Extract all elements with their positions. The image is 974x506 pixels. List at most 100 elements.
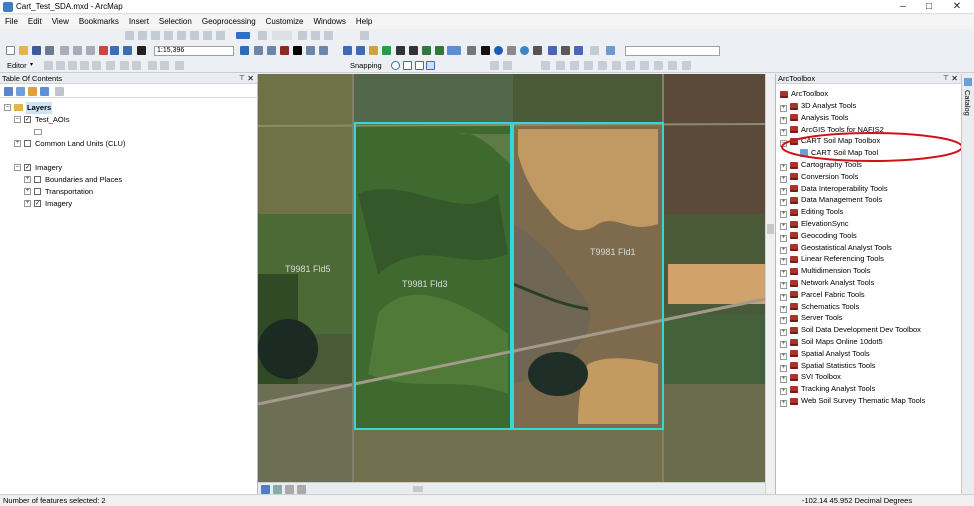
menu-file[interactable]: File [0, 15, 23, 28]
html-popup-icon[interactable] [520, 46, 529, 55]
toolbox-item[interactable]: + Data Management Tools [780, 194, 882, 207]
tool-icon[interactable] [311, 31, 320, 40]
minimize-button[interactable]: – [890, 0, 916, 14]
edit-tool-icon[interactable] [44, 61, 53, 70]
edit-tool-icon[interactable] [120, 61, 129, 70]
menu-windows[interactable]: Windows [308, 15, 350, 28]
edit-tool-icon[interactable] [175, 61, 184, 70]
edit-tool-icon[interactable] [92, 61, 101, 70]
zoom-out-icon[interactable] [356, 46, 365, 55]
tool-icon[interactable] [177, 31, 186, 40]
expand-icon[interactable]: + [14, 140, 21, 147]
toolbox-item[interactable]: + Web Soil Survey Thematic Map Tools [780, 395, 925, 407]
maximize-button[interactable]: □ [916, 0, 942, 14]
tool-icon[interactable] [164, 31, 173, 40]
tool-icon[interactable] [190, 31, 199, 40]
list-by-visibility-icon[interactable] [28, 87, 37, 96]
toolbox-item[interactable]: + Geostatistical Analyst Tools [780, 242, 892, 254]
toolbox-item[interactable]: +3D Analyst Tools [780, 100, 856, 112]
edit-tool-icon[interactable] [148, 61, 157, 70]
scroll-thumb[interactable] [767, 224, 774, 234]
data-view-icon[interactable] [261, 485, 270, 494]
toolbox-item[interactable]: + Multidimension Tools [780, 265, 870, 278]
collapse-icon[interactable]: – [4, 104, 11, 111]
tool-icon[interactable] [570, 61, 579, 70]
editor-toolbar-icon[interactable] [240, 46, 249, 55]
menu-selection[interactable]: Selection [154, 15, 197, 28]
tool-icon[interactable] [668, 61, 677, 70]
tool-icon[interactable] [138, 31, 147, 40]
menu-bookmarks[interactable]: Bookmarks [74, 15, 124, 28]
visibility-checkbox[interactable] [24, 140, 31, 147]
snapping-menu[interactable]: Snapping [350, 61, 382, 70]
toolbox-item[interactable]: + Spatial Analyst Tools [780, 348, 870, 360]
search-combo[interactable] [625, 46, 720, 56]
expand-icon[interactable]: + [24, 176, 31, 183]
select-features-icon[interactable] [447, 46, 461, 55]
tool-icon[interactable] [272, 31, 292, 40]
list-by-selection-icon[interactable] [40, 87, 49, 96]
visibility-checkbox[interactable]: ✓ [34, 200, 41, 207]
redo-icon[interactable] [123, 46, 132, 55]
editor-menu[interactable]: Editor [7, 61, 27, 70]
visibility-checkbox[interactable] [34, 188, 41, 195]
menu-help[interactable]: Help [351, 15, 377, 28]
tool-icon[interactable] [360, 31, 369, 40]
toolbox-item[interactable]: + Linear Referencing Tools [780, 253, 884, 266]
time-slider-icon[interactable] [590, 46, 599, 55]
edge-snapping-icon[interactable] [426, 61, 435, 70]
expand-icon[interactable]: + [24, 200, 31, 207]
toc-close-icon[interactable]: ✕ [247, 74, 254, 84]
point-snapping-icon[interactable] [391, 61, 400, 70]
scroll-thumb[interactable] [413, 486, 423, 492]
toolbox-item[interactable]: + ElevationSync [780, 218, 849, 230]
back-extent-icon[interactable] [422, 46, 431, 55]
toolbox-item[interactable]: + Conversion Tools [780, 171, 858, 183]
toolbox-item[interactable]: + Parcel Fabric Tools [780, 289, 865, 301]
new-document-icon[interactable] [6, 46, 15, 55]
list-by-source-icon[interactable] [16, 87, 25, 96]
collapse-icon[interactable]: – [14, 164, 21, 171]
menu-view[interactable]: View [47, 15, 74, 28]
tool-icon[interactable] [324, 31, 333, 40]
tool-icon[interactable] [151, 31, 160, 40]
edit-tool-icon[interactable] [68, 61, 77, 70]
vertex-snapping-icon[interactable] [415, 61, 424, 70]
pan-icon[interactable] [369, 46, 378, 55]
full-extent-icon[interactable] [382, 46, 391, 55]
toolbox-item[interactable]: + Server Tools [780, 312, 843, 325]
tool-icon[interactable] [258, 31, 267, 40]
toolbox-item[interactable]: + Data Interoperability Tools [780, 183, 888, 195]
menu-customize[interactable]: Customize [261, 15, 309, 28]
create-viewer-icon[interactable] [606, 46, 615, 55]
tool-icon[interactable] [203, 31, 212, 40]
toc-icon[interactable] [254, 46, 263, 55]
toolbox-item[interactable]: + Editing Tools [780, 206, 843, 219]
identify-icon[interactable] [494, 46, 503, 55]
go-to-xy-icon[interactable] [574, 46, 583, 55]
toolbox-item[interactable]: + Tracking Analyst Tools [780, 383, 875, 396]
tool-icon[interactable] [125, 31, 134, 40]
edit-tool-icon[interactable] [160, 61, 169, 70]
tool-icon[interactable] [682, 61, 691, 70]
tool-icon[interactable] [598, 61, 607, 70]
expand-icon[interactable]: + [24, 188, 31, 195]
toolbox-item[interactable]: + Soil Maps Online 10dot5 [780, 336, 883, 348]
list-by-drawing-order-icon[interactable] [4, 87, 13, 96]
pause-drawing-icon[interactable] [297, 485, 306, 494]
tool-icon[interactable] [503, 61, 512, 70]
find-icon[interactable] [548, 46, 557, 55]
tool-icon[interactable] [490, 61, 499, 70]
map-vertical-scrollbar[interactable] [765, 74, 775, 494]
refresh-icon[interactable] [285, 485, 294, 494]
tool-icon[interactable] [612, 61, 621, 70]
edit-tool-icon[interactable] [56, 61, 65, 70]
forward-extent-icon[interactable] [435, 46, 444, 55]
visibility-checkbox[interactable]: ✓ [24, 116, 31, 123]
python-icon[interactable] [293, 46, 302, 55]
symbol-swatch[interactable] [34, 129, 42, 135]
add-data-icon[interactable] [137, 46, 146, 55]
tool-icon[interactable] [541, 61, 550, 70]
toolbox-item[interactable]: + Soil Data Development Dev Toolbox [780, 324, 921, 337]
toolbox-item[interactable]: + SVI Toolbox [780, 371, 841, 384]
